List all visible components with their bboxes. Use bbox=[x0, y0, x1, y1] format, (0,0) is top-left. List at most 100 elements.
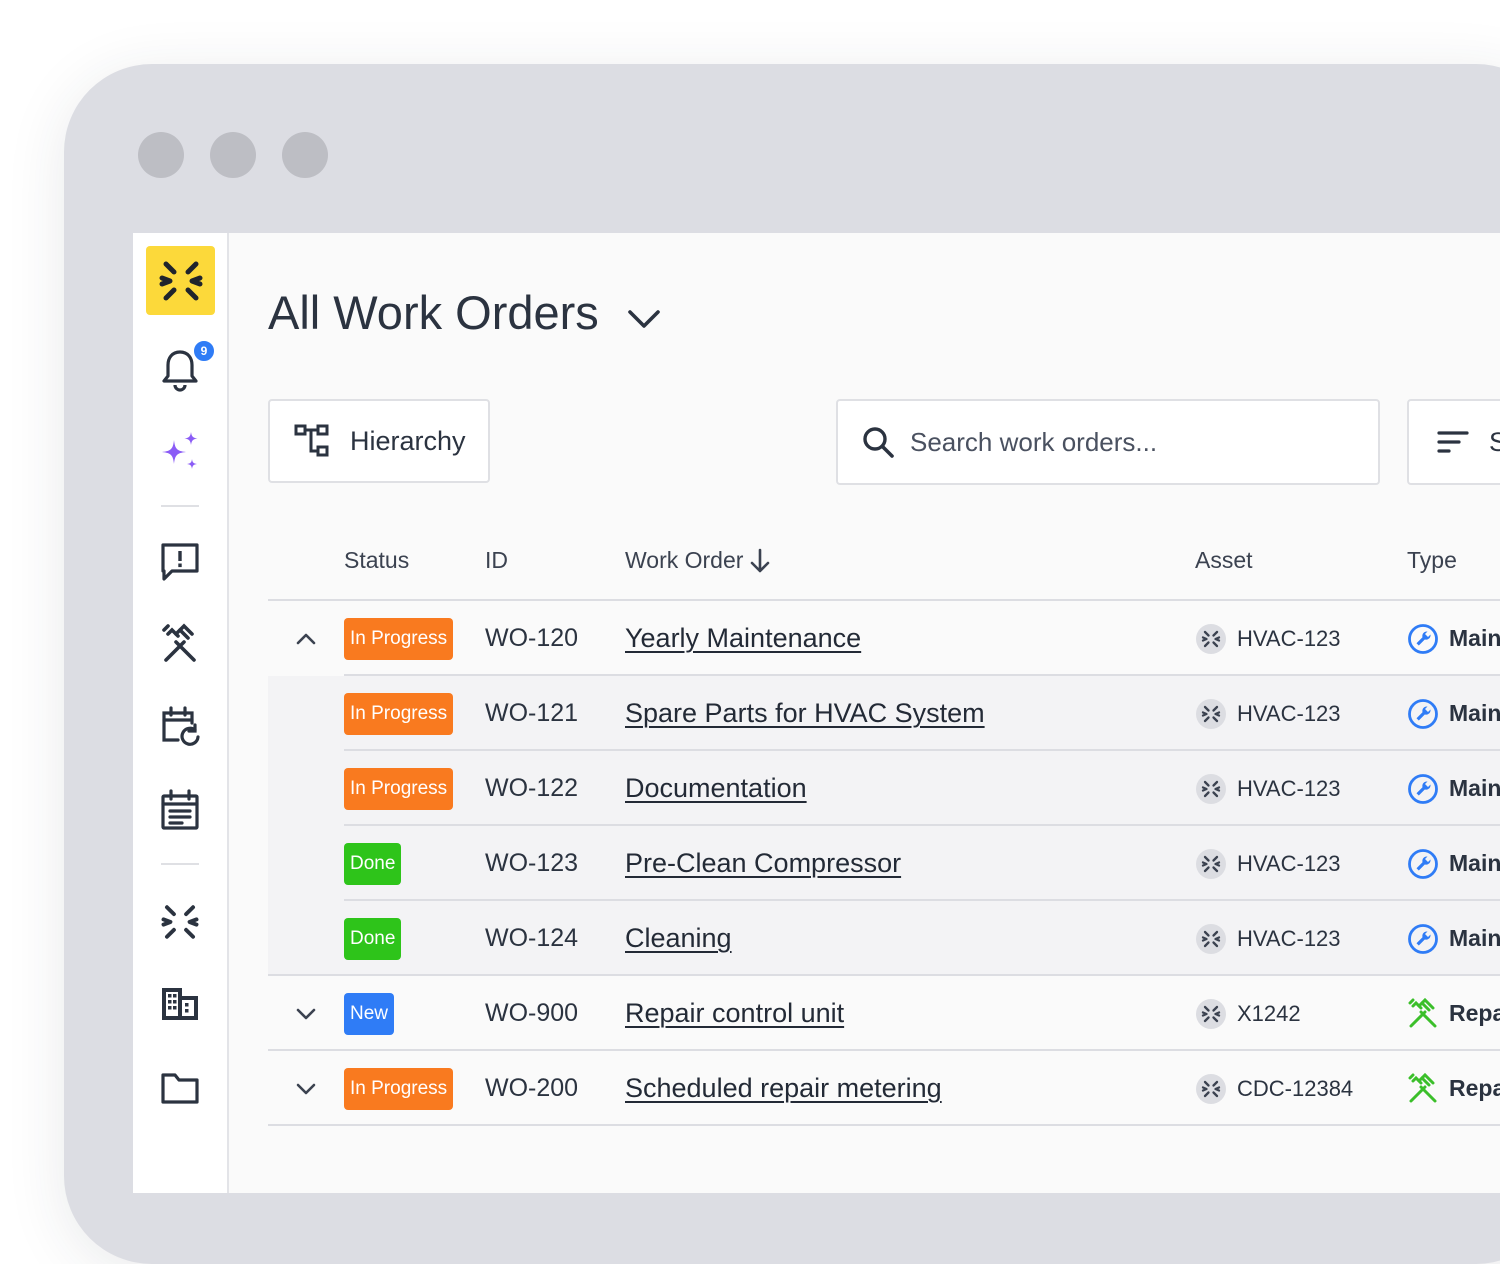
sort-button-label: S bbox=[1489, 426, 1500, 457]
repair-tools-icon bbox=[1408, 1072, 1437, 1102]
work-order-link[interactable]: Yearly Maintenance bbox=[625, 601, 861, 676]
work-order-id: WO-121 bbox=[485, 699, 579, 727]
status-cell: In Progress bbox=[344, 751, 454, 826]
hierarchy-button[interactable]: Hierarchy bbox=[268, 399, 490, 483]
app-logo[interactable] bbox=[146, 246, 215, 315]
status-cell: New bbox=[344, 976, 395, 1051]
message-alert-icon bbox=[161, 543, 199, 581]
sidebar-item-work-orders[interactable] bbox=[155, 619, 205, 669]
type-label: Repa bbox=[1449, 1075, 1500, 1101]
asset-cell[interactable]: HVAC-123 bbox=[1195, 826, 1341, 901]
asset-icon bbox=[1196, 698, 1226, 729]
hierarchy-button-label: Hierarchy bbox=[350, 425, 466, 456]
asset-icon bbox=[1196, 773, 1226, 804]
column-header-work-order-label: Work Order bbox=[625, 547, 744, 573]
table-row[interactable]: In Progress WO-120 Yearly Maintenance HVAC-… bbox=[268, 601, 1500, 676]
status-cell: Done bbox=[344, 901, 402, 976]
wrench-icon bbox=[1408, 773, 1438, 804]
sort-button[interactable]: S bbox=[1407, 399, 1500, 485]
sidebar-item-schedule[interactable] bbox=[155, 785, 205, 835]
window-minimize-dot[interactable] bbox=[210, 132, 256, 178]
arrow-down-icon bbox=[751, 548, 770, 572]
column-header-work-order[interactable]: Work Order bbox=[625, 547, 771, 574]
sidebar-item-files[interactable] bbox=[155, 1063, 205, 1113]
status-badge: New bbox=[344, 992, 395, 1035]
type-label: Main bbox=[1449, 700, 1500, 726]
asset-label: CDC-12384 bbox=[1237, 1075, 1354, 1101]
column-header-status[interactable]: Status bbox=[344, 547, 409, 574]
chevron-down-icon bbox=[296, 1083, 316, 1094]
calendar-refresh-icon bbox=[162, 706, 200, 746]
main-content: All Work Orders Hierarchy Search work or… bbox=[229, 233, 1500, 1193]
row-divider bbox=[268, 1124, 1500, 1126]
asset-label: HVAC-123 bbox=[1237, 850, 1341, 876]
type-label: Main bbox=[1449, 925, 1500, 951]
sidebar-item-recurring[interactable] bbox=[155, 701, 205, 751]
work-order-id: WO-200 bbox=[485, 1074, 579, 1102]
sidebar-item-assets[interactable] bbox=[155, 897, 205, 947]
sidebar-item-ai-assistant[interactable] bbox=[155, 427, 205, 477]
work-order-link[interactable]: Cleaning bbox=[625, 901, 732, 976]
status-badge: Done bbox=[344, 842, 402, 885]
column-header-asset[interactable]: Asset bbox=[1195, 547, 1253, 574]
status-cell: In Progress bbox=[344, 676, 454, 751]
asset-cell[interactable]: HVAC-123 bbox=[1195, 676, 1341, 751]
work-orders-table: Status ID Work Order Asset Type In Progr… bbox=[268, 523, 1500, 1126]
notification-count-badge: 9 bbox=[192, 339, 216, 363]
sidebar-divider bbox=[161, 863, 199, 865]
sidebar-item-requests[interactable] bbox=[155, 537, 205, 587]
column-header-type[interactable]: Type bbox=[1407, 547, 1457, 574]
chevron-up-icon bbox=[296, 633, 316, 644]
type-label: Main bbox=[1449, 850, 1500, 876]
type-cell: Repa bbox=[1407, 1051, 1500, 1126]
row-expand-toggle[interactable] bbox=[290, 976, 322, 1051]
search-icon bbox=[863, 427, 894, 458]
wrench-icon bbox=[1408, 623, 1438, 654]
sidebar-item-locations[interactable] bbox=[155, 979, 205, 1029]
work-order-link[interactable]: Scheduled repair metering bbox=[625, 1051, 942, 1126]
window-close-dot[interactable] bbox=[138, 132, 184, 178]
table-body: In Progress WO-120 Yearly Maintenance HVAC-… bbox=[268, 601, 1500, 1126]
table-row[interactable]: Done WO-123 Pre-Clean Compressor HVAC-123 Ma… bbox=[268, 826, 1500, 901]
status-cell: Done bbox=[344, 826, 402, 901]
asset-label: X1242 bbox=[1237, 1000, 1301, 1026]
sidebar-item-notifications[interactable]: 9 bbox=[155, 339, 216, 395]
work-order-link[interactable]: Pre-Clean Compressor bbox=[625, 826, 901, 901]
row-expand-toggle[interactable] bbox=[290, 1051, 322, 1126]
asset-cell[interactable]: HVAC-123 bbox=[1195, 751, 1341, 826]
table-row[interactable]: In Progress WO-200 Scheduled repair meteri… bbox=[268, 1051, 1500, 1126]
asset-label: HVAC-123 bbox=[1237, 700, 1341, 726]
asset-cell[interactable]: HVAC-123 bbox=[1195, 601, 1341, 676]
sidebar: 9 bbox=[133, 233, 229, 1193]
table-row[interactable]: In Progress WO-121 Spare Parts for HVAC Sy… bbox=[268, 676, 1500, 751]
status-badge: In Progress bbox=[344, 767, 454, 810]
search-box[interactable] bbox=[836, 399, 1380, 485]
work-order-link[interactable]: Spare Parts for HVAC System bbox=[625, 676, 985, 751]
asset-icon bbox=[1196, 848, 1226, 879]
sidebar-divider bbox=[161, 505, 199, 507]
asset-cell[interactable]: HVAC-123 bbox=[1195, 901, 1341, 976]
wrench-icon bbox=[1408, 848, 1438, 879]
table-row[interactable]: In Progress WO-122 Documentation HVAC-123 Ma… bbox=[268, 751, 1500, 826]
chevron-down-icon[interactable] bbox=[624, 299, 664, 339]
window-maximize-dot[interactable] bbox=[282, 132, 328, 178]
work-order-id: WO-900 bbox=[485, 999, 579, 1027]
table-row[interactable]: Done WO-124 Cleaning HVAC-123 Main bbox=[268, 901, 1500, 976]
chevron-down-icon bbox=[296, 1008, 316, 1019]
table-header: Status ID Work Order Asset Type bbox=[268, 523, 1500, 601]
asset-cell[interactable]: CDC-12384 bbox=[1195, 1051, 1353, 1126]
work-order-id: WO-120 bbox=[485, 624, 579, 652]
asset-icon bbox=[1196, 623, 1226, 654]
search-input[interactable] bbox=[908, 425, 1362, 459]
column-header-id[interactable]: ID bbox=[485, 547, 508, 574]
building-icon bbox=[162, 988, 198, 1020]
hierarchy-icon bbox=[294, 424, 329, 457]
type-cell: Main bbox=[1407, 601, 1500, 676]
asset-cell[interactable]: X1242 bbox=[1195, 976, 1301, 1051]
work-order-link[interactable]: Repair control unit bbox=[625, 976, 844, 1051]
work-order-link[interactable]: Documentation bbox=[625, 751, 807, 826]
table-row[interactable]: New WO-900 Repair control unit X1242 Repa bbox=[268, 976, 1500, 1051]
asset-icon bbox=[1196, 998, 1226, 1029]
row-expand-toggle[interactable] bbox=[290, 601, 322, 676]
status-badge: In Progress bbox=[344, 692, 454, 735]
